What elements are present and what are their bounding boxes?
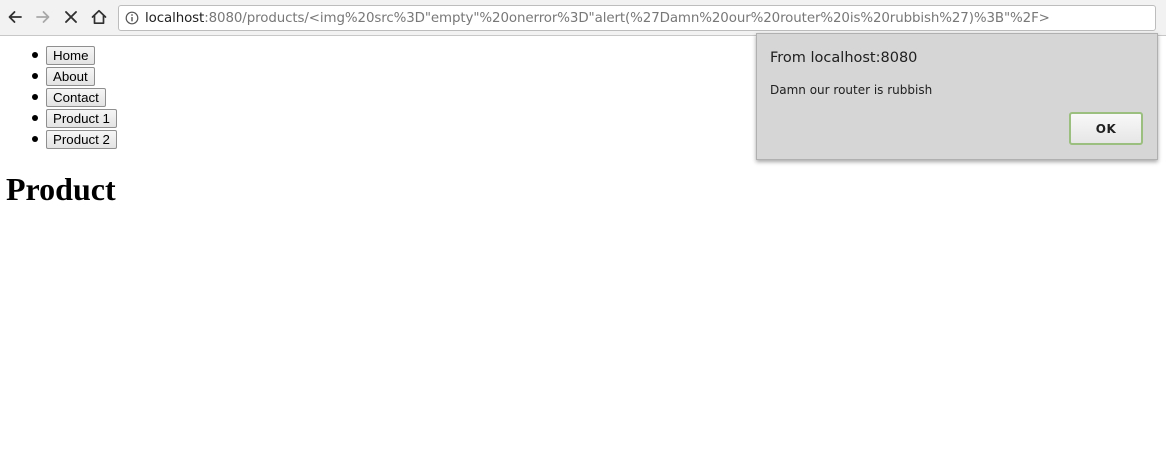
contact-button[interactable]: Contact (46, 88, 106, 107)
stop-button[interactable] (60, 6, 82, 28)
forward-button[interactable] (32, 6, 54, 28)
alert-dialog: From localhost:8080 Damn our router is r… (756, 33, 1158, 160)
home-icon (91, 9, 107, 25)
back-arrow-icon (8, 11, 22, 23)
browser-toolbar: localhost:8080/products/<img%20src%3D"em… (0, 0, 1166, 36)
url-path: :8080/products/<img%20src%3D"empty"%20on… (204, 10, 1050, 26)
dialog-title: From localhost:8080 (770, 50, 918, 66)
bullet (32, 136, 38, 142)
page-heading: Product (6, 171, 116, 207)
bullet (32, 52, 38, 58)
product-1-button[interactable]: Product 1 (46, 109, 117, 128)
address-bar[interactable]: localhost:8080/products/<img%20src%3D"em… (118, 5, 1156, 31)
product-2-button[interactable]: Product 2 (46, 130, 117, 149)
home-button-link[interactable]: Home (46, 46, 96, 65)
bullet (32, 73, 38, 79)
ok-button[interactable]: OK (1069, 112, 1143, 145)
back-button[interactable] (4, 6, 26, 28)
stop-icon (65, 11, 77, 23)
home-button[interactable] (88, 6, 110, 28)
forward-arrow-icon (36, 11, 50, 23)
nav-list-item: Home (0, 45, 140, 66)
bullet (32, 94, 38, 100)
nav-list-item: Product 1 (0, 108, 140, 129)
about-button[interactable]: About (46, 67, 95, 86)
nav-list-item: About (0, 66, 140, 87)
bullet (32, 115, 38, 121)
url-host: localhost (145, 10, 205, 26)
info-icon[interactable] (125, 11, 139, 25)
dialog-message: Damn our router is rubbish (770, 83, 933, 97)
nav-list-item: Product 2 (0, 129, 140, 150)
nav-list-item: Contact (0, 87, 140, 108)
url-text: localhost:8080/products/<img%20src%3D"em… (145, 11, 1050, 26)
